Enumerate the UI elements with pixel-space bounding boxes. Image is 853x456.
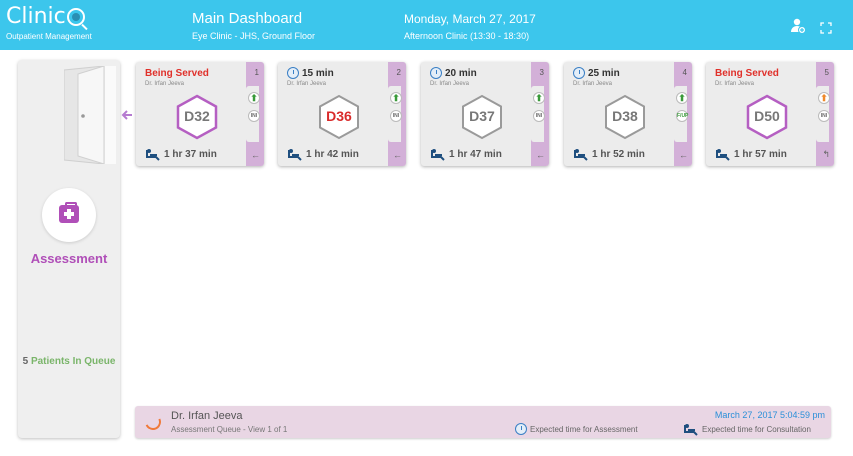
card-doctor: Dr. Irfan Jeeva — [715, 81, 755, 87]
patient-card[interactable]: 1 Being Served Dr. Irfan Jeeva D32 ⬆ INI… — [136, 62, 264, 166]
queue-count-label: 5 Patients In Queue — [18, 354, 120, 370]
loading-spinner-icon — [142, 411, 164, 433]
up-arrow-icon[interactable]: ⬆ — [676, 92, 688, 104]
dental-chair-icon — [684, 424, 698, 436]
patient-card[interactable]: 3 20 min Dr. Irfan Jeeva D37 ⬆ INI 1 hr … — [421, 62, 549, 166]
dental-chair-icon — [431, 149, 445, 161]
elapsed-time: 1 hr 52 min — [592, 149, 645, 160]
app-header: Clinic Outpatient Management Main Dashbo… — [0, 0, 853, 50]
visit-type-badge: INI — [533, 110, 545, 122]
card-elapsed: 1 hr 42 min — [287, 148, 359, 161]
legend-assessment-label: Expected time for Assessment — [530, 424, 638, 434]
footer-queue-view: Assessment Queue - View 1 of 1 — [171, 425, 288, 434]
card-elapsed: 1 hr 47 min — [430, 148, 502, 161]
clock-icon — [287, 67, 299, 79]
patient-card[interactable]: 5 Being Served Dr. Irfan Jeeva D50 ⬆ INI… — [706, 62, 834, 166]
patient-card[interactable]: 4 25 min Dr. Irfan Jeeva D38 ⬆ F/UP 1 hr… — [564, 62, 692, 166]
card-position: 1 — [254, 68, 259, 77]
card-action-icon[interactable]: ← — [679, 150, 688, 160]
session-info: Monday, March 27, 2017 Afternoon Clinic … — [404, 10, 536, 41]
card-doctor: Dr. Irfan Jeeva — [430, 81, 470, 87]
token-number: D36 — [326, 108, 352, 124]
back-arrow-icon[interactable] — [121, 108, 133, 126]
token-number: D38 — [612, 108, 638, 124]
token-number: D37 — [469, 108, 495, 124]
up-arrow-icon[interactable]: ⬆ — [248, 92, 260, 104]
queue-count: 5 — [22, 356, 29, 367]
logo-eye-icon — [66, 8, 85, 26]
footer-timestamp: March 27, 2017 5:04:59 pm — [714, 410, 825, 420]
elapsed-time: 1 hr 47 min — [449, 149, 502, 160]
legend-assessment: Expected time for Assessment — [515, 423, 638, 435]
door-icon — [64, 66, 116, 164]
footer-doctor: Dr. Irfan Jeeva — [171, 410, 243, 422]
card-wait: 20 min — [430, 67, 477, 79]
logo-text: Clinic — [6, 4, 66, 29]
card-action-icon[interactable]: ↰ — [822, 149, 830, 160]
token-number: D50 — [754, 108, 780, 124]
visit-type-badge: INI — [248, 110, 260, 122]
card-status: Being Served — [145, 68, 209, 79]
card-position: 2 — [396, 68, 401, 77]
clock-icon — [515, 423, 527, 435]
app-logo[interactable]: Clinic Outpatient Management — [6, 4, 92, 41]
card-action-icon[interactable]: ← — [251, 150, 260, 160]
fullscreen-icon[interactable] — [820, 21, 832, 39]
card-wait: 25 min — [573, 67, 620, 79]
card-doctor: Dr. Irfan Jeeva — [573, 81, 613, 87]
current-date: Monday, March 27, 2017 — [404, 12, 536, 26]
elapsed-time: 1 hr 42 min — [306, 149, 359, 160]
station-panel: Assessment 5 Patients In Queue — [18, 60, 120, 438]
queue-label: Patients In Queue — [30, 356, 116, 367]
card-action-icon[interactable]: ← — [536, 150, 545, 160]
logo-subtitle: Outpatient Management — [6, 32, 92, 41]
dashboard-title: Main Dashboard — [192, 10, 303, 27]
card-position: 4 — [682, 68, 687, 77]
visit-type-badge: INI — [390, 110, 402, 122]
visit-type-badge: F/UP — [676, 110, 688, 122]
dashboard-location: Eye Clinic - JHS, Ground Floor — [192, 31, 316, 41]
up-arrow-icon[interactable]: ⬆ — [390, 92, 402, 104]
dental-chair-icon — [146, 149, 160, 161]
add-user-icon[interactable] — [790, 18, 806, 39]
card-elapsed: 1 hr 57 min — [715, 148, 787, 161]
card-status: 25 min — [588, 67, 620, 79]
token-number: D32 — [184, 108, 210, 124]
card-action-icon[interactable]: ← — [393, 150, 402, 160]
clock-icon — [430, 67, 442, 79]
legend-consultation: Expected time for Consultation — [683, 423, 811, 436]
queue-footer: Dr. Irfan Jeeva Assessment Queue - View … — [135, 406, 831, 438]
card-doctor: Dr. Irfan Jeeva — [145, 81, 185, 87]
up-arrow-icon[interactable]: ⬆ — [818, 92, 830, 104]
dental-chair-icon — [716, 149, 730, 161]
visit-type-badge: INI — [818, 110, 830, 122]
card-position: 3 — [539, 68, 544, 77]
elapsed-time: 1 hr 37 min — [164, 149, 217, 160]
medical-kit-icon[interactable] — [42, 188, 96, 242]
card-elapsed: 1 hr 37 min — [145, 148, 217, 161]
dashboard-heading: Main Dashboard Eye Clinic - JHS, Ground … — [192, 10, 315, 41]
elapsed-time: 1 hr 57 min — [734, 149, 787, 160]
card-status: 15 min — [302, 67, 334, 79]
card-status: 20 min — [445, 67, 477, 79]
card-wait: 15 min — [287, 67, 334, 79]
legend-consultation-label: Expected time for Consultation — [702, 425, 811, 434]
patient-card[interactable]: 2 15 min Dr. Irfan Jeeva D36 ⬆ INI 1 hr … — [278, 62, 406, 166]
dental-chair-icon — [288, 149, 302, 161]
card-doctor: Dr. Irfan Jeeva — [287, 81, 327, 87]
station-name: Assessment — [30, 251, 108, 266]
session-label: Afternoon Clinic (13:30 - 18:30) — [404, 31, 530, 41]
card-elapsed: 1 hr 52 min — [573, 148, 645, 161]
clock-icon — [573, 67, 585, 79]
up-arrow-icon[interactable]: ⬆ — [533, 92, 545, 104]
dental-chair-icon — [574, 149, 588, 161]
card-position: 5 — [824, 68, 829, 77]
card-status: Being Served — [715, 68, 779, 79]
